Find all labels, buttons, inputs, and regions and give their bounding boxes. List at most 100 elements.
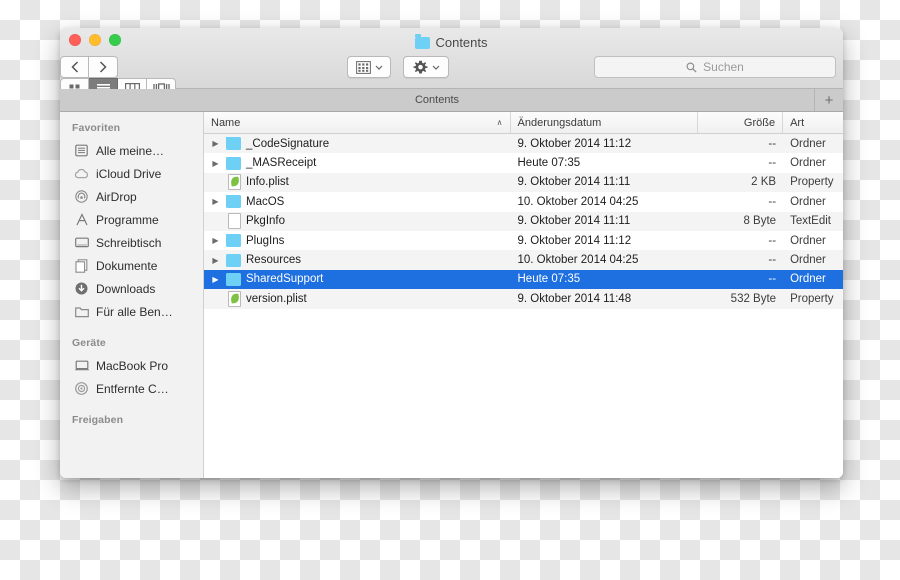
table-row[interactable]: version.plist 9. Oktober 2014 11:48 532 By… (204, 289, 843, 309)
sidebar-item-label: Schreibtisch (96, 235, 162, 250)
sidebar-item-schreibtisch[interactable]: Schreibtisch (60, 231, 203, 254)
back-button[interactable] (60, 56, 89, 78)
sidebar-item-entfernte-cd[interactable]: Entfernte C… (60, 377, 203, 400)
cell-date: 10. Oktober 2014 04:25 (511, 196, 699, 208)
column-header-label: Änderungsdatum (517, 116, 602, 129)
sidebar-item-macbook-pro[interactable]: MacBook Pro (60, 354, 203, 377)
cell-size: -- (698, 273, 783, 285)
file-name-label: Info.plist (246, 176, 289, 189)
chevron-down-icon (375, 65, 382, 70)
cell-name: PkgInfo (204, 213, 511, 230)
all-my-files-icon (74, 144, 89, 158)
sidebar-item-downloads[interactable]: Downloads (60, 277, 203, 300)
table-row[interactable]: ▶ Resources 10. Oktober 2014 04:25 -- Ordner (204, 250, 843, 270)
file-date-label: Heute 07:35 (517, 273, 581, 286)
file-date-label: Heute 07:35 (517, 157, 581, 170)
chevron-left-icon (70, 61, 78, 73)
laptop-icon (74, 359, 89, 373)
file-size-label: -- (768, 273, 777, 286)
file-kind-label: Property (790, 292, 834, 305)
file-size-label: 8 Byte (743, 215, 777, 228)
column-header-name[interactable]: Name ∧ (204, 112, 511, 133)
column-header-label: Größe (743, 116, 776, 129)
documents-icon (74, 258, 89, 273)
file-size-label: -- (768, 195, 777, 208)
file-size-label: -- (768, 157, 777, 170)
cell-name: ▶ SharedSupport (204, 272, 511, 286)
file-date-label: 9. Oktober 2014 11:12 (517, 234, 632, 247)
cell-name: ▶ PlugIns (204, 234, 511, 248)
cell-kind: Ordner (783, 196, 843, 208)
minimize-button[interactable] (89, 34, 101, 46)
maximize-button[interactable] (109, 34, 121, 46)
cell-kind: Property (783, 293, 843, 305)
arrange-button[interactable] (347, 56, 391, 78)
file-name-label: Resources (246, 254, 301, 267)
cell-size: -- (698, 157, 783, 169)
file-size-label: -- (768, 234, 777, 247)
cell-kind: Ordner (783, 273, 843, 285)
file-kind-label: Ordner (790, 234, 826, 247)
disclosure-triangle-icon[interactable]: ▶ (210, 197, 221, 206)
cell-size: 2 KB (698, 176, 783, 188)
chevron-right-icon (99, 61, 107, 73)
airdrop-icon (74, 190, 89, 204)
table-row[interactable]: ▶ _MASReceipt Heute 07:35 -- Ordner (204, 153, 843, 172)
sidebar-item-programme[interactable]: Programme (60, 208, 203, 231)
table-row[interactable]: Info.plist 9. Oktober 2014 11:11 2 KB Prope… (204, 172, 843, 193)
forward-button[interactable] (89, 56, 118, 78)
file-date-label: 10. Oktober 2014 04:25 (517, 254, 639, 267)
disclosure-triangle-icon[interactable]: ▶ (210, 256, 221, 265)
cell-name: Info.plist (204, 174, 511, 191)
file-date-label: 9. Oktober 2014 11:11 (517, 215, 631, 228)
table-row[interactable]: ▶ PlugIns 9. Oktober 2014 11:12 -- Ordner (204, 231, 843, 250)
column-header-label: Name (211, 116, 241, 129)
file-kind-label: TextEdit (790, 215, 831, 228)
tab-contents[interactable]: Contents (60, 89, 814, 111)
sidebar-item-icloud-drive[interactable]: iCloud Drive (60, 162, 203, 185)
file-kind-label: Ordner (790, 195, 826, 208)
disclosure-triangle-icon[interactable]: ▶ (210, 275, 221, 284)
file-size-label: 532 Byte (730, 292, 777, 305)
table-row[interactable]: PkgInfo 9. Oktober 2014 11:11 8 Byte TextEd… (204, 211, 843, 231)
column-header-size[interactable]: Größe (698, 112, 784, 133)
sidebar-item-label: Programme (96, 212, 159, 227)
gear-icon (412, 60, 428, 73)
disclosure-triangle-icon[interactable]: ▶ (210, 139, 221, 148)
sidebar-item-fuer-alle-benutzer[interactable]: Für alle Ben… (60, 300, 203, 323)
disc-icon (74, 382, 89, 396)
file-date-label: 9. Oktober 2014 11:11 (517, 176, 631, 189)
folder-icon (226, 253, 241, 267)
column-header-date[interactable]: Änderungsdatum (511, 112, 699, 133)
column-header-kind[interactable]: Art (783, 112, 843, 133)
sidebar-item-alle-meine[interactable]: Alle meine… (60, 139, 203, 162)
window-title: Contents (60, 33, 843, 50)
cell-kind: Property (783, 176, 843, 188)
close-button[interactable] (69, 34, 81, 46)
cell-size: -- (698, 196, 783, 208)
action-button[interactable] (403, 56, 449, 78)
disclosure-triangle-icon[interactable]: ▶ (210, 159, 221, 168)
cell-date: Heute 07:35 (511, 273, 699, 285)
window-titlebar: Contents Suchen (60, 28, 843, 117)
cell-name: ▶ _MASReceipt (204, 156, 511, 170)
file-kind-label: Ordner (790, 273, 826, 286)
search-input[interactable]: Suchen (594, 56, 836, 78)
column-header-label: Art (790, 116, 805, 129)
cell-kind: Ordner (783, 254, 843, 266)
disclosure-triangle-icon[interactable]: ▶ (210, 236, 221, 245)
cell-date: 9. Oktober 2014 11:48 (511, 293, 699, 305)
cell-kind: Ordner (783, 138, 843, 150)
table-row[interactable]: ▶ MacOS 10. Oktober 2014 04:25 -- Ordner (204, 192, 843, 211)
sidebar-item-airdrop[interactable]: AirDrop (60, 185, 203, 208)
downloads-icon (74, 282, 89, 296)
file-date-label: 10. Oktober 2014 04:25 (517, 195, 639, 208)
table-row[interactable]: ▶ _CodeSignature 9. Oktober 2014 11:12 -- Or… (204, 134, 843, 154)
folder-icon (226, 156, 241, 170)
new-tab-button[interactable]: + (814, 89, 843, 111)
sidebar-item-dokumente[interactable]: Dokumente (60, 254, 203, 277)
file-name-label: SharedSupport (246, 273, 324, 286)
table-row[interactable]: ▶ SharedSupport Heute 07:35 -- Ordner (204, 269, 843, 290)
sidebar-item-label: Entfernte C… (96, 381, 169, 396)
file-name-label: PlugIns (246, 234, 285, 247)
